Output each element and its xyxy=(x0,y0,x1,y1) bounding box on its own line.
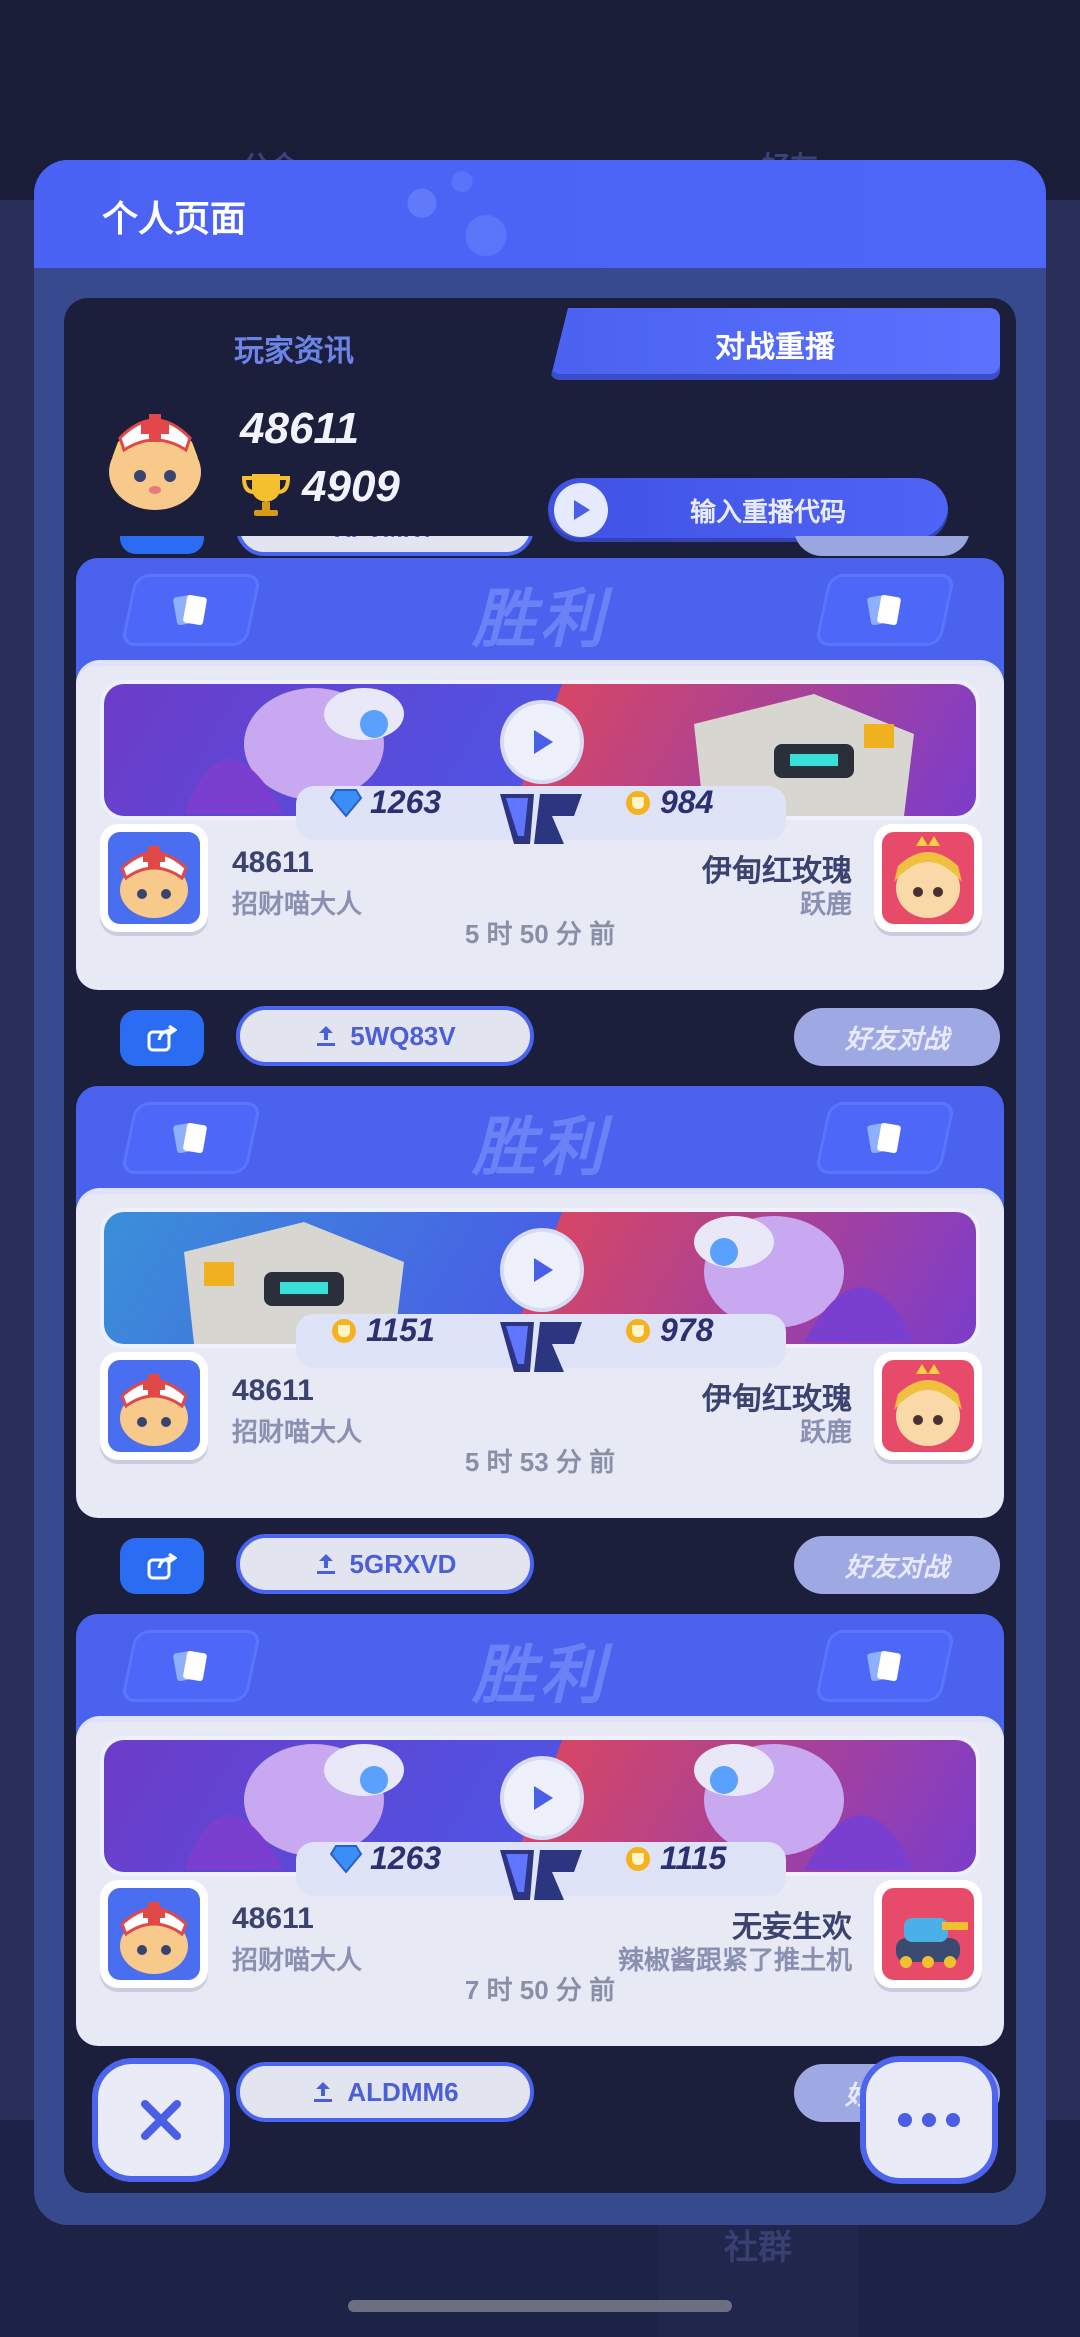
match-time-ago: 7 时 50 分 前 xyxy=(464,1975,616,2005)
match-time-ago: 5 时 50 分 前 xyxy=(464,919,616,949)
enter-replay-code-button[interactable]: 输入重播代码 xyxy=(548,478,948,542)
replay-code: ALDMM6 xyxy=(347,2076,459,2107)
replay-code-partial[interactable]: XPVMRY xyxy=(236,536,534,556)
match-actions-row: 5GRXVD 好友对战 xyxy=(64,1534,1016,1604)
share-button[interactable] xyxy=(120,1538,204,1594)
player-left-name: 48611 xyxy=(232,1902,314,1935)
upload-icon xyxy=(314,2082,333,2102)
player-left-name: 48611 xyxy=(232,1374,314,1407)
tab-player-info[interactable]: 玩家资讯 xyxy=(64,298,524,398)
play-replay-button[interactable] xyxy=(504,704,580,780)
replay-list[interactable]: XPVMRY 胜利 xyxy=(64,536,1016,2193)
share-button[interactable] xyxy=(120,1010,204,1066)
play-replay-button[interactable] xyxy=(504,1760,580,1836)
trophy-icon xyxy=(241,468,291,518)
score-right: 1115 xyxy=(624,1840,726,1877)
score-left: 1263 xyxy=(330,784,441,821)
replay-code-button[interactable]: ALDMM6 xyxy=(236,2062,534,2122)
score-left: 1263 xyxy=(330,1840,441,1877)
friend-battle-partial[interactable] xyxy=(794,536,970,556)
share-button-partial[interactable] xyxy=(120,536,204,554)
modal-title: 个人页面 xyxy=(102,198,247,239)
match-card: 胜利 xyxy=(76,1614,1004,2046)
profile-avatar xyxy=(100,402,210,512)
more-icon xyxy=(898,2113,960,2127)
score-right-value: 978 xyxy=(660,1312,714,1348)
upload-icon xyxy=(316,1554,335,1574)
score-right-value: 1115 xyxy=(660,1840,727,1876)
cards-icon xyxy=(814,574,956,646)
replay-code: 5GRXVD xyxy=(349,1548,457,1579)
score-left: 1151 xyxy=(330,1312,435,1349)
vs-icon xyxy=(500,794,582,844)
score-right: 978 xyxy=(624,1312,713,1349)
match-card: 胜利 xyxy=(76,1086,1004,1518)
share-icon xyxy=(147,1552,177,1580)
share-icon xyxy=(147,1024,177,1052)
home-indicator[interactable] xyxy=(348,2300,732,2312)
match-actions-row: 5WQ83V 好友对战 xyxy=(64,1006,1016,1076)
profile-name: 48611 xyxy=(240,404,360,453)
header-decoration xyxy=(374,160,534,268)
score-left-value: 1151 xyxy=(366,1312,435,1348)
friend-battle-button[interactable]: 好友对战 xyxy=(794,1536,1000,1594)
replay-code: 5WQ83V xyxy=(350,1020,456,1051)
close-button[interactable] xyxy=(92,2058,230,2182)
match-time-ago: 5 时 53 分 前 xyxy=(464,1447,616,1477)
tab-battle-replay[interactable]: 对战重播 xyxy=(550,308,1000,380)
trophy-count: 4909 xyxy=(302,462,400,511)
diamond-icon xyxy=(330,1844,362,1874)
vs-icon xyxy=(500,1850,582,1900)
score-left-value: 1263 xyxy=(370,784,442,820)
nurse-cat-avatar-icon xyxy=(109,414,201,510)
enter-replay-code-label: 输入重播代码 xyxy=(689,496,846,527)
tank-avatar-icon xyxy=(882,1888,974,1980)
friend-battle-button[interactable]: 好友对战 xyxy=(794,1008,1000,1066)
match-card: 胜利 xyxy=(76,558,1004,990)
match-card-body: 1263 1115 48611 招财喵大人 无妄生欢 辣椒酱跟紧了推土机 7 时… xyxy=(76,1716,1004,2046)
cards-icon xyxy=(814,1630,956,1702)
diamond-icon xyxy=(330,788,362,818)
match-card-body: 1263 984 48611 招财喵大人 伊甸红玫瑰 跃鹿 5 时 50 分 前 xyxy=(76,660,1004,990)
trophy-badge-icon xyxy=(626,1846,650,1871)
replay-code-button[interactable]: 5GRXVD xyxy=(236,1534,534,1594)
play-icon xyxy=(554,483,608,537)
close-icon xyxy=(141,2100,181,2140)
trophy-badge-icon xyxy=(332,1318,356,1343)
play-replay-button[interactable] xyxy=(504,1232,580,1308)
modal-header: 个人页面 xyxy=(34,160,1046,268)
replay-code-button[interactable]: 5WQ83V xyxy=(236,1006,534,1066)
match-card-body: 1151 978 48611 招财喵大人 伊甸红玫瑰 跃鹿 5 时 53 分 前 xyxy=(76,1188,1004,1518)
score-right-value: 984 xyxy=(660,784,714,820)
profile-modal: 个人页面 玩家资讯 对战重播 48611 4909 输入重播代码 胜利 1263… xyxy=(34,160,1046,2225)
trophy-badge-icon xyxy=(626,790,650,815)
score-right: 984 xyxy=(624,784,713,821)
player-left-name: 48611 xyxy=(232,846,314,879)
more-button[interactable] xyxy=(860,2056,998,2184)
trophy-badge-icon xyxy=(626,1318,650,1343)
modal-content: 玩家资讯 对战重播 48611 4909 输入重播代码 胜利 1263 984 … xyxy=(64,298,1016,2193)
cards-icon xyxy=(814,1102,956,1174)
vs-icon xyxy=(500,1322,582,1372)
upload-icon xyxy=(317,1026,336,1046)
score-left-value: 1263 xyxy=(370,1840,442,1876)
